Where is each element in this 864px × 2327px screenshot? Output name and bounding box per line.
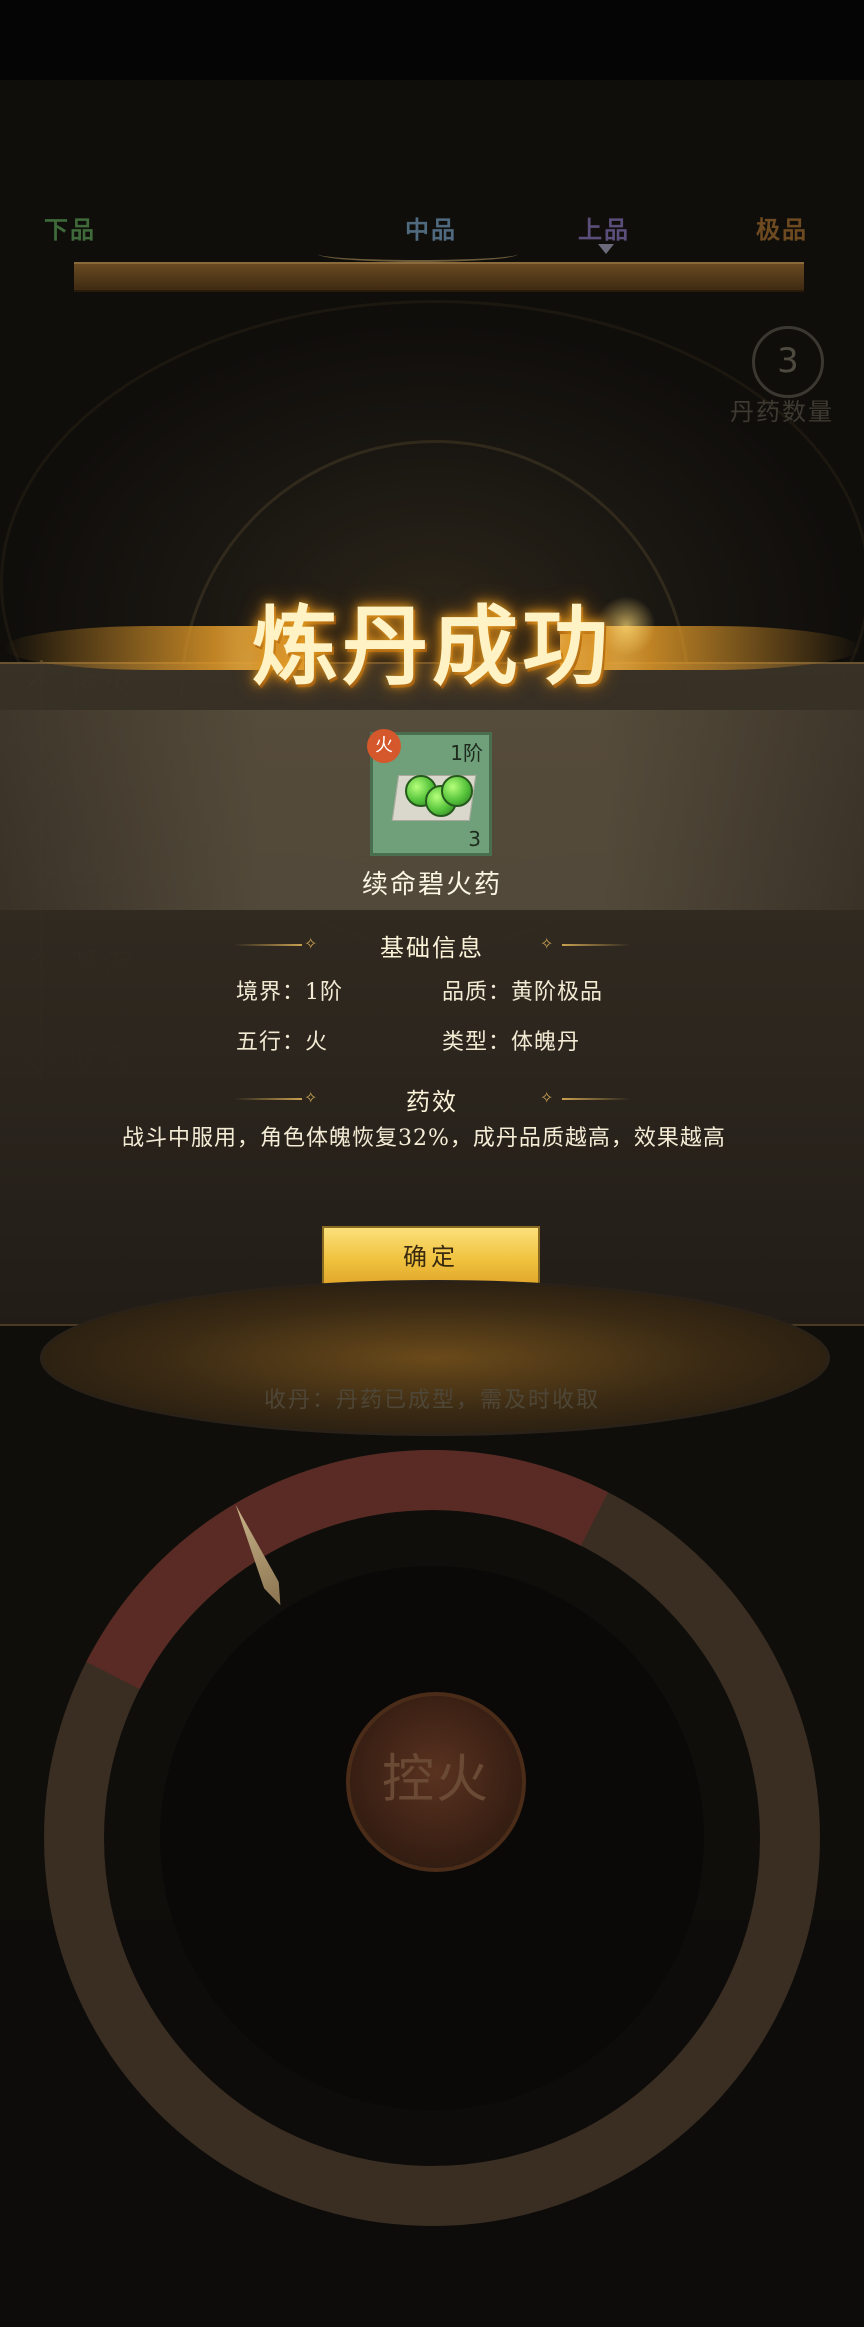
section-divider-right xyxy=(562,944,630,946)
info-realm: 境界：1阶 xyxy=(236,980,343,1005)
modal-title: 炼丹成功 xyxy=(252,596,612,697)
effect-description: 战斗中服用，角色体魄恢复32%，成丹品质越高，效果越高 xyxy=(122,1126,726,1151)
ornament-icon: ✧ xyxy=(540,934,554,953)
effect-header: 药效 xyxy=(406,1088,458,1116)
section-divider-right xyxy=(562,1098,630,1100)
pill-count-label: 丹药数量 xyxy=(730,398,834,426)
pill-item-card[interactable]: 火 1阶 3 xyxy=(367,729,492,856)
quality-label-top: 极品 xyxy=(756,215,808,244)
info-type: 类型：体魄丹 xyxy=(442,1030,581,1055)
info-element: 五行：火 xyxy=(236,1030,329,1055)
status-bar-area xyxy=(0,0,864,80)
quality-progress-bar xyxy=(74,262,804,292)
quality-label-middle: 中品 xyxy=(405,215,457,244)
control-fire-button[interactable]: 控火 xyxy=(346,1692,526,1872)
basic-info-header: 基础信息 xyxy=(380,934,484,962)
status-message: 收丹：丹药已成型，需及时收取 xyxy=(263,1388,600,1413)
info-quality: 品质：黄阶极品 xyxy=(442,980,604,1005)
item-tier: 1阶 xyxy=(450,741,483,765)
quality-label-upper: 上品 xyxy=(578,215,630,244)
pill-count-badge: 3 xyxy=(752,326,824,398)
ornament-icon: ✧ xyxy=(540,1088,554,1107)
confirm-button[interactable]: 确定 xyxy=(322,1226,540,1288)
fire-element-badge: 火 xyxy=(367,729,401,763)
item-name: 续命碧火药 xyxy=(361,870,502,900)
item-quantity: 3 xyxy=(468,827,481,851)
quality-marker-icon xyxy=(598,244,614,254)
pill-icon xyxy=(441,775,473,807)
quality-bar-ornament xyxy=(318,246,518,262)
quality-label-lower: 下品 xyxy=(44,215,96,244)
